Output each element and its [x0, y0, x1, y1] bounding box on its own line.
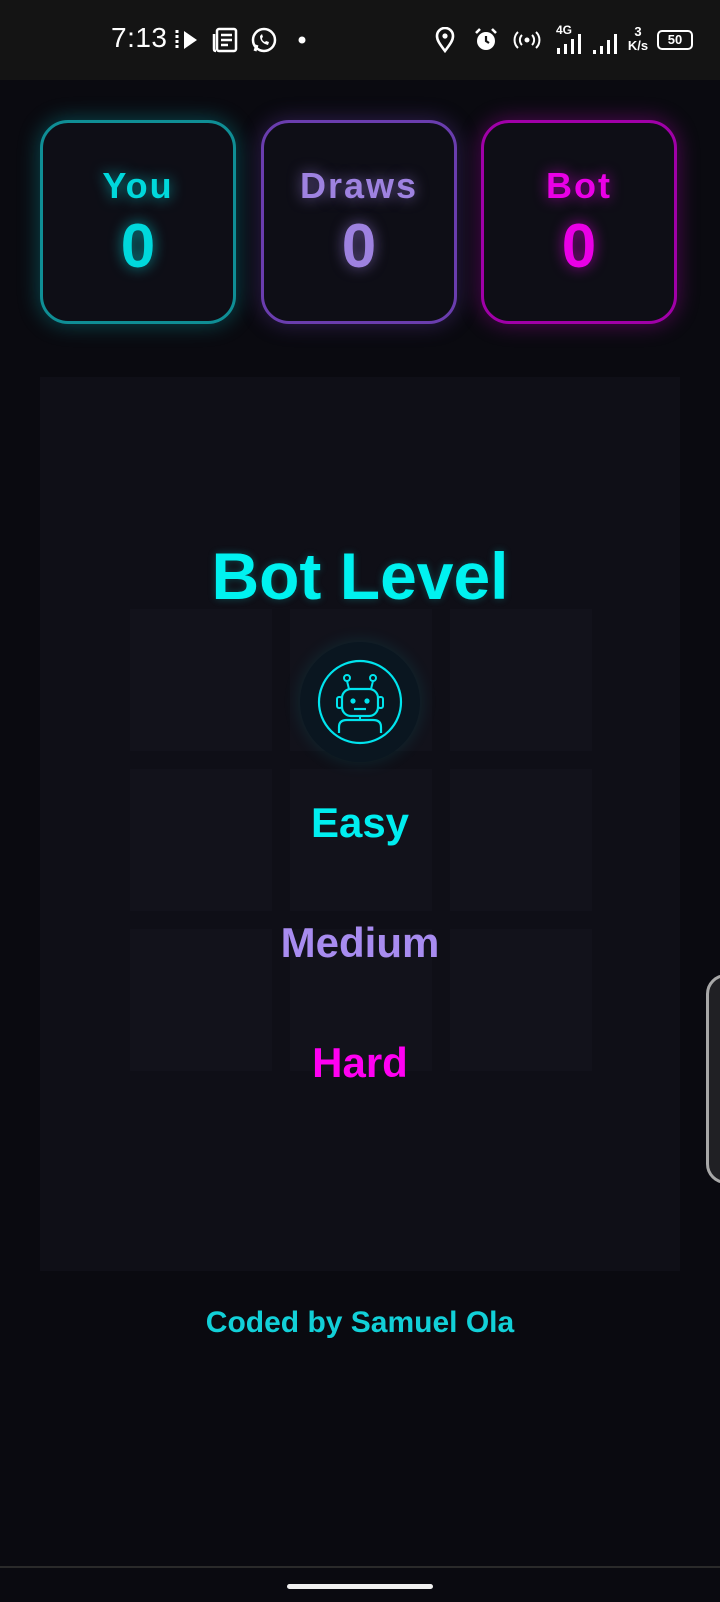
score-value-draws: 0	[341, 212, 377, 281]
dot-icon	[296, 24, 308, 56]
score-value-you: 0	[120, 212, 156, 281]
navigation-bar	[0, 1566, 720, 1602]
alarm-icon	[472, 24, 500, 56]
score-value-bot: 0	[561, 212, 597, 281]
network-speed: 3 K/s	[627, 24, 649, 53]
status-bar: 7:13 4G 3 K/s 50	[0, 0, 720, 80]
bot-level-title: Bot Level	[211, 539, 509, 613]
robot-badge	[300, 642, 420, 762]
board-cell	[450, 609, 592, 751]
news-icon	[210, 24, 240, 56]
battery-icon: 50	[657, 30, 693, 50]
location-icon	[432, 24, 458, 56]
status-time: 7:13	[111, 22, 168, 53]
robot-icon	[317, 659, 403, 745]
signal-icon	[556, 34, 586, 54]
whatsapp-icon	[248, 24, 280, 56]
score-label-you: You	[102, 165, 174, 206]
edge-panel-handle[interactable]	[706, 974, 720, 1184]
home-indicator[interactable]	[287, 1584, 433, 1589]
footer-credit: Coded by Samuel Ola	[205, 1306, 515, 1339]
board-cell	[130, 609, 272, 751]
level-option-easy[interactable]: Easy	[0, 799, 720, 847]
level-option-medium[interactable]: Medium	[0, 919, 720, 967]
score-card-bot: Bot 0	[481, 120, 677, 324]
media-icon	[172, 24, 202, 56]
score-label-draws: Draws	[299, 165, 419, 206]
score-card-you: You 0	[40, 120, 236, 324]
score-label-bot: Bot	[546, 165, 612, 206]
signal-icon-2	[592, 34, 622, 54]
score-card-draws: Draws 0	[261, 120, 457, 324]
level-option-hard[interactable]: Hard	[0, 1039, 720, 1087]
hotspot-icon	[510, 24, 544, 56]
